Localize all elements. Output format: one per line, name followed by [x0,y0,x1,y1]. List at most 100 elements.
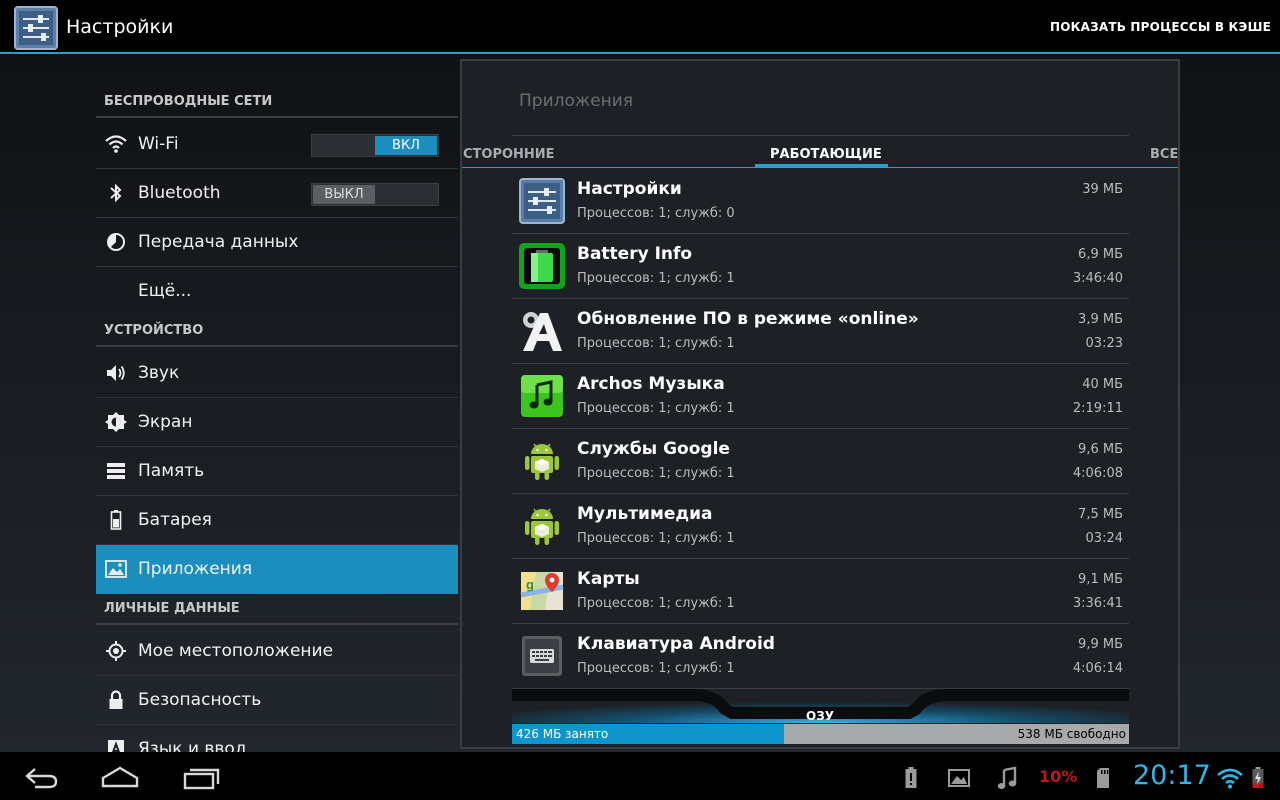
sidebar-item-wifi[interactable]: Wi-Fi ВКЛ [96,120,458,169]
tab-downloaded[interactable]: СТОРОННИЕ [463,147,555,162]
sidebar-item-label: Wi-Fi [138,134,179,154]
app-memory: 40 МБ [1082,377,1123,392]
list-item[interactable]: Archos Музыка Процессов: 1; служб: 1 40 … [512,364,1129,429]
app-uptime: 3:36:41 [1072,596,1123,611]
language-icon [108,740,124,752]
bluetooth-toggle[interactable]: ВЫКЛ [311,183,439,206]
sd-card-icon [1097,768,1109,788]
app-processes: Процессов: 1; служб: 1 [577,661,735,676]
app-name: Archos Музыка [577,374,725,394]
sidebar-item-battery[interactable]: Батарея [96,496,458,545]
sidebar-item-label: Мое местоположение [138,641,334,661]
app-uptime: 03:24 [1085,531,1123,546]
sidebar-item-storage[interactable]: Память [96,447,458,496]
show-cached-processes-button[interactable]: ПОКАЗАТЬ ПРОЦЕССЫ В КЭШЕ [1050,20,1271,34]
archos-update-icon [523,312,562,351]
sidebar-item-location[interactable]: Мое местоположение [96,627,458,676]
system-bar: 10% 20:17 [0,752,1280,800]
clock: 20:17 [1133,760,1211,791]
sidebar-item-bluetooth[interactable]: Bluetooth ВЫКЛ [96,169,458,218]
list-item[interactable]: Службы Google Процессов: 1; служб: 1 9,6… [512,429,1129,494]
tab-all[interactable]: ВСЕ [1150,147,1178,162]
app-processes: Процессов: 1; служб: 1 [577,466,735,481]
app-uptime: 3:46:40 [1072,271,1123,286]
sidebar-item-language[interactable]: Язык и ввод [96,725,458,752]
sidebar-item-more[interactable]: Ещё... [96,267,458,316]
sidebar-item-label: Передача данных [138,232,299,252]
gallery-icon [948,769,970,787]
ram-free-text: 538 МБ свободно [1017,727,1126,741]
list-item[interactable]: Мультимедиа Процессов: 1; служб: 1 7,5 М… [512,494,1129,559]
toggle-state: ВКЛ [375,136,437,155]
speaker-icon [107,365,125,381]
list-item[interactable]: Настройки Процессов: 1; служб: 0 39 МБ [512,169,1129,234]
sidebar-item-label: Ещё... [138,281,192,301]
sidebar-item-security[interactable]: Безопасность [96,676,458,725]
display-icon [105,412,127,432]
storage-icon [107,463,125,479]
app-name: Службы Google [577,439,730,459]
app-processes: Процессов: 1; служб: 1 [577,271,735,286]
sidebar-item-data-usage[interactable]: Передача данных [96,218,458,267]
action-bar: Настройки ПОКАЗАТЬ ПРОЦЕССЫ В КЭШЕ [0,0,1280,54]
music-icon [997,766,1017,789]
section-header-device: УСТРОЙСТВО [96,323,458,347]
settings-sliders-icon[interactable] [14,6,58,50]
sidebar-item-label: Экран [138,412,193,432]
sidebar-item-label: Язык и ввод [138,739,247,752]
app-uptime: 4:06:08 [1072,466,1123,481]
maps-icon: g [520,572,564,610]
app-processes: Процессов: 1; служб: 1 [577,336,735,351]
sidebar-item-label: Звук [138,363,180,383]
back-icon[interactable] [21,764,61,790]
tab-running[interactable]: РАБОТАЮЩИЕ [770,147,882,162]
sidebar-item-label: Bluetooth [138,183,221,203]
app-memory: 3,9 МБ [1078,312,1123,327]
list-item[interactable]: g Карты Процессов: 1; служб: 1 9,1 МБ 3:… [512,559,1129,624]
divider [512,135,1129,136]
app-memory: 39 МБ [1082,182,1123,197]
home-icon[interactable] [100,764,140,790]
location-icon [106,641,126,661]
settings-app-icon [519,178,565,224]
app-name: Настройки [577,179,682,199]
app-name: Battery Info [577,244,693,264]
list-item[interactable]: Battery Info Процессов: 1; служб: 1 6,9 … [512,234,1129,299]
sidebar-item-display[interactable]: Экран [96,398,458,447]
apps-panel: Приложения СТОРОННИЕ РАБОТАЮЩИЕ ВСЕ Наст… [460,59,1180,749]
sidebar-item-label: Безопасность [138,690,262,710]
battery-icon [110,510,122,530]
list-item[interactable]: Обновление ПО в режиме «online» Процессо… [512,299,1129,364]
app-uptime: 03:23 [1085,336,1123,351]
sidebar-item-sound[interactable]: Звук [96,349,458,398]
app-memory: 6,9 МБ [1078,247,1123,262]
app-uptime: 4:06:14 [1072,661,1123,676]
app-memory: 7,5 МБ [1078,507,1123,522]
battery-info-icon [519,243,565,289]
app-memory: 9,1 МБ [1078,572,1123,587]
svg-text:g: g [526,577,534,592]
page-title: Настройки [66,16,174,38]
battery-percentage: 10% [1039,767,1078,786]
wifi-toggle[interactable]: ВКЛ [311,134,439,157]
wifi-icon [105,135,127,153]
tab-bar-divider [462,167,1178,168]
app-name: Обновление ПО в режиме «online» [577,309,919,329]
lock-icon [109,690,123,709]
data-usage-icon [107,233,125,251]
app-uptime: 2:19:11 [1072,401,1123,416]
app-name: Мультимедиа [577,504,713,524]
sidebar-item-label: Батарея [138,510,212,530]
sidebar-item-apps[interactable]: Приложения [96,545,458,594]
recent-apps-icon[interactable] [182,764,222,790]
ram-label: ОЗУ [806,709,834,723]
wifi-signal-icon [1217,768,1243,789]
app-name: Карты [577,569,640,589]
bluetooth-icon [110,183,122,203]
sidebar-item-label: Приложения [138,559,253,579]
ram-used-text: 426 МБ занято [516,727,609,741]
section-header-personal: ЛИЧНЫЕ ДАННЫЕ [96,601,458,625]
app-processes: Процессов: 1; служб: 1 [577,596,735,611]
list-item[interactable]: Клавиатура Android Процессов: 1; служб: … [512,624,1129,689]
app-memory: 9,9 МБ [1078,637,1123,652]
